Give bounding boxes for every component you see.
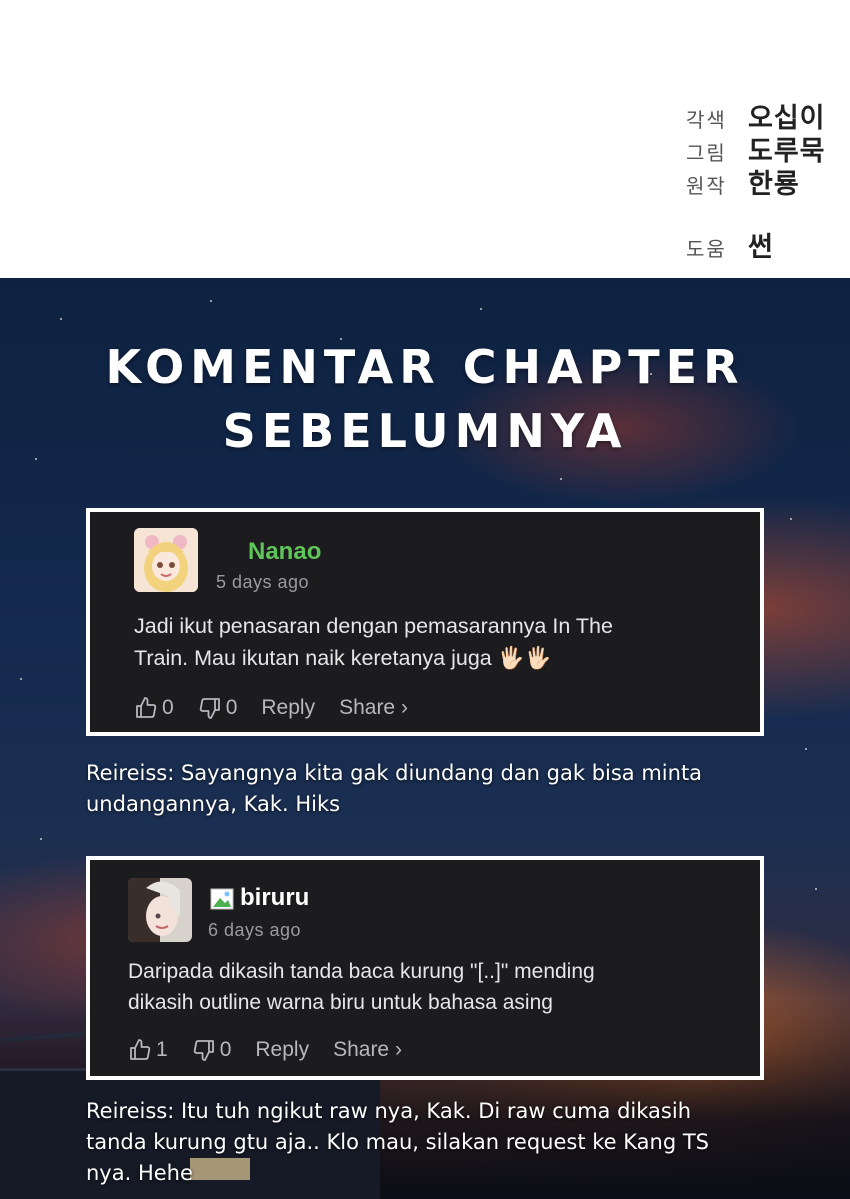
comment-text: Jadi ikut penasaran dengan pemasarannya …: [134, 610, 734, 674]
comment-text-line: Daripada dikasih tanda baca kurung "[..]…: [128, 960, 595, 983]
credit-role: 원작: [686, 174, 727, 198]
username[interactable]: biruru: [240, 884, 309, 912]
translator-reply: Reireiss: Sayangnya kita gak diundang da…: [86, 758, 786, 820]
credit-row-original: 원작 한룡: [686, 162, 800, 201]
comment-text-line: Train. Mau ikutan naik keretanya juga 🖐🏻…: [134, 646, 552, 670]
section-title-line-2: SEBELUMNYA: [222, 404, 628, 458]
reply-line: tanda kurung gtu aja.. Klo mau, silakan …: [86, 1130, 710, 1154]
share-button[interactable]: Share ›: [333, 1038, 402, 1062]
thumbs-up-icon: [130, 1039, 151, 1060]
thumbs-up-icon: [136, 697, 157, 718]
timestamp: 6 days ago: [208, 920, 302, 940]
reply-button[interactable]: Reply: [255, 1038, 309, 1062]
comment-text-line: dikasih outline warna biru untuk bahasa …: [128, 991, 553, 1014]
like-button[interactable]: 1: [128, 1038, 168, 1062]
anime-girl-avatar[interactable]: [134, 528, 198, 592]
reply-line: undangannya, Kak. Hiks: [86, 792, 341, 816]
share-button[interactable]: Share ›: [339, 696, 408, 720]
reply-line: Reireiss: Itu tuh ngikut raw nya, Kak. D…: [86, 1099, 692, 1123]
dislike-count: 0: [219, 1038, 232, 1061]
like-count: 1: [156, 1038, 168, 1061]
credit-role: 도움: [686, 237, 727, 261]
thumbs-down-icon: [199, 698, 220, 719]
credits-panel: 각색 오십이 그림 도루묵 원작 한룡 도움 썬: [0, 0, 850, 278]
like-button[interactable]: 0: [134, 696, 174, 720]
section-title: KOMENTAR CHAPTER SEBELUMNYA: [0, 335, 850, 463]
thumbs-down-icon: [193, 1040, 214, 1061]
comment-actions: 1 0 Reply Share ›: [128, 1038, 426, 1062]
dislike-count: 0: [225, 696, 238, 719]
comment-text: Daripada dikasih tanda baca kurung "[..]…: [128, 956, 748, 1018]
dislike-button[interactable]: 0: [198, 696, 238, 720]
comment-card: biruru 6 days ago Daripada dikasih tanda…: [86, 856, 764, 1080]
dislike-button[interactable]: 0: [192, 1038, 232, 1062]
credit-row-assist: 도움 썬: [686, 225, 774, 264]
comment-actions: 0 0 Reply Share ›: [134, 696, 432, 720]
reply-line: nya. Hehe: [86, 1161, 193, 1185]
credit-name: 썬: [748, 232, 774, 263]
username[interactable]: Nanao: [248, 538, 321, 566]
reply-line: Reireiss: Sayangnya kita gak diundang da…: [86, 761, 703, 785]
like-count: 0: [162, 696, 174, 719]
anime-character-avatar[interactable]: [128, 878, 192, 942]
credit-name: 한룡: [748, 169, 800, 200]
broken-image-icon: [210, 888, 236, 912]
comment-text-line: Jadi ikut penasaran dengan pemasarannya …: [134, 614, 613, 638]
reply-button[interactable]: Reply: [261, 696, 315, 720]
comment-card: Nanao 5 days ago Jadi ikut penasaran den…: [86, 508, 764, 736]
translator-reply: Reireiss: Itu tuh ngikut raw nya, Kak. D…: [86, 1096, 786, 1189]
section-title-line-1: KOMENTAR CHAPTER: [105, 340, 745, 394]
timestamp: 5 days ago: [216, 572, 310, 592]
